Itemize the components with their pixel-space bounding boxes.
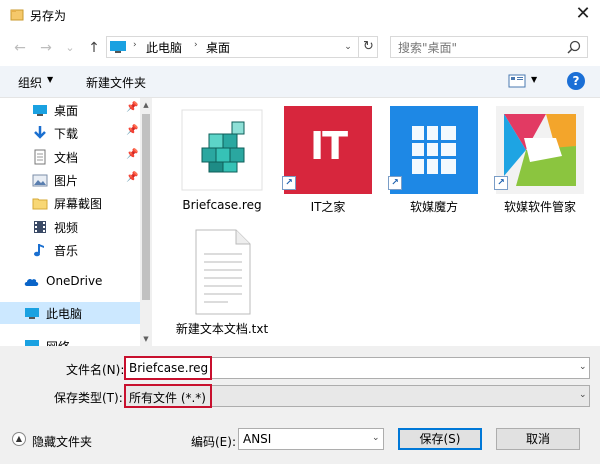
new-folder-button[interactable]: 新建文件夹	[86, 74, 146, 91]
sidebar-item-pictures[interactable]: 图片 📌	[6, 169, 138, 191]
breadcrumb-separator: ›	[194, 40, 198, 50]
sidebar-item-desktop[interactable]: 桌面 📌	[6, 99, 138, 121]
sidebar-item-label: 图片	[54, 174, 79, 188]
pin-icon: 📌	[126, 149, 139, 160]
filetype-label: 保存类型(T):	[54, 391, 123, 405]
close-button[interactable]: ✕	[570, 2, 596, 28]
help-button[interactable]: ?	[567, 72, 585, 90]
file-name: 软媒软件管家	[503, 200, 576, 214]
sidebar-item-label: 屏幕截图	[54, 197, 103, 211]
file-item-ithome[interactable]: IT ↗ IT之家	[278, 100, 378, 216]
organize-button[interactable]: 组织	[18, 74, 42, 91]
document-icon	[34, 149, 46, 165]
text-file-icon	[195, 229, 251, 315]
refresh-button[interactable]: ↻	[358, 37, 378, 57]
file-item-ruanmei-mofang[interactable]: ↗ 软媒魔方	[384, 100, 484, 216]
sidebar-item-label: OneDrive	[46, 274, 103, 288]
sidebar-item-label: 视频	[54, 221, 79, 235]
filename-dropdown-arrow[interactable]: ⌄	[579, 362, 587, 372]
pictures-icon	[32, 174, 48, 187]
sidebar-item-label: 桌面	[54, 104, 79, 118]
back-button[interactable]: ←	[12, 40, 28, 56]
save-as-app-icon	[10, 9, 24, 21]
sidebar-item-screenshots[interactable]: 屏幕截图	[6, 192, 138, 214]
filename-input[interactable]: Briefcase.reg	[129, 361, 208, 375]
up-button[interactable]: ↑	[86, 40, 102, 56]
scroll-up-button[interactable]: ▲	[140, 98, 152, 112]
breadcrumb-separator: ›	[133, 40, 137, 50]
pin-icon: 📌	[126, 102, 139, 113]
video-icon	[34, 221, 46, 233]
folder-icon	[32, 198, 48, 210]
sidebar-item-label: 音乐	[54, 244, 79, 258]
sidebar-item-documents[interactable]: 文档 📌	[6, 146, 138, 168]
title-bar	[0, 0, 600, 30]
file-item-ruanmei-software-manager[interactable]: ↗ 软媒软件管家	[490, 100, 590, 216]
file-name: Briefcase.reg	[182, 198, 262, 212]
pc-icon	[110, 41, 126, 53]
ithome-logo-text: IT	[309, 124, 348, 168]
sidebar-item-music[interactable]: 音乐	[6, 239, 138, 261]
breadcrumb-this-pc[interactable]: 此电脑	[146, 39, 182, 56]
window-title: 另存为	[30, 9, 67, 23]
download-icon	[34, 126, 46, 139]
filetype-dropdown-arrow[interactable]: ⌄	[579, 390, 587, 400]
filetype-value: 所有文件 (*.*)	[129, 391, 206, 405]
registry-file-icon	[181, 109, 263, 191]
onedrive-icon	[24, 278, 39, 286]
pc-icon	[25, 308, 39, 319]
save-button[interactable]: 保存(S)	[398, 428, 482, 450]
encoding-dropdown-arrow[interactable]: ⌄	[372, 433, 380, 443]
sidebar-item-network[interactable]: 网络	[0, 335, 132, 346]
file-name: IT之家	[310, 200, 346, 214]
scrollbar-thumb[interactable]	[142, 114, 150, 300]
sidebar-item-videos[interactable]: 视频	[6, 216, 138, 238]
ithome-shortcut-icon: IT	[284, 106, 372, 194]
sidebar-item-downloads[interactable]: 下载 📌	[6, 122, 138, 144]
ruanmei-software-manager-shortcut-icon	[496, 106, 584, 194]
breadcrumb-desktop[interactable]: 桌面	[206, 39, 230, 56]
hide-folders-button[interactable]: 隐藏文件夹	[32, 433, 92, 450]
filename-label: 文件名(N):	[66, 363, 125, 377]
hide-folders-icon[interactable]: ▲	[12, 432, 26, 446]
recent-locations-button[interactable]: ⌄	[62, 40, 78, 56]
shortcut-arrow-icon: ↗	[494, 176, 508, 190]
sidebar-item-label: 文档	[54, 151, 79, 165]
address-dropdown-button[interactable]: ⌄	[341, 39, 355, 55]
network-icon	[25, 340, 39, 346]
shortcut-arrow-icon: ↗	[282, 176, 296, 190]
pin-icon: 📌	[126, 125, 139, 136]
scroll-down-button[interactable]: ▼	[140, 332, 152, 346]
forward-button[interactable]: →	[38, 40, 54, 56]
sidebar-item-onedrive[interactable]: OneDrive	[6, 271, 138, 293]
encoding-label: 编码(E):	[191, 435, 236, 449]
sidebar-item-network-clip: 网络	[0, 335, 140, 346]
file-item-new-text-document[interactable]: 新建文本文档.txt	[172, 222, 272, 338]
search-input[interactable]: 搜索"桌面"	[398, 39, 457, 56]
desktop-icon	[33, 105, 47, 116]
file-name: 新建文本文档.txt	[175, 322, 269, 336]
sidebar-item-label: 此电脑	[46, 307, 83, 321]
sidebar-item-label: 网络	[46, 338, 70, 346]
pin-icon: 📌	[126, 172, 139, 183]
ruanmei-mofang-shortcut-icon	[390, 106, 478, 194]
search-icon	[567, 40, 581, 54]
file-name: 软媒魔方	[409, 200, 458, 214]
organize-dropdown-arrow: ▼	[47, 75, 54, 84]
cancel-button[interactable]: 取消	[496, 428, 580, 450]
music-icon	[34, 244, 44, 257]
encoding-value: ANSI	[243, 432, 272, 446]
file-item-briefcase-reg[interactable]: Briefcase.reg	[172, 100, 272, 216]
shortcut-arrow-icon: ↗	[388, 176, 402, 190]
sidebar-item-label: 下载	[54, 127, 79, 141]
view-dropdown-arrow[interactable]: ▼	[531, 75, 537, 84]
view-options-icon[interactable]	[508, 74, 528, 88]
sidebar-item-this-pc[interactable]: 此电脑	[0, 302, 140, 324]
